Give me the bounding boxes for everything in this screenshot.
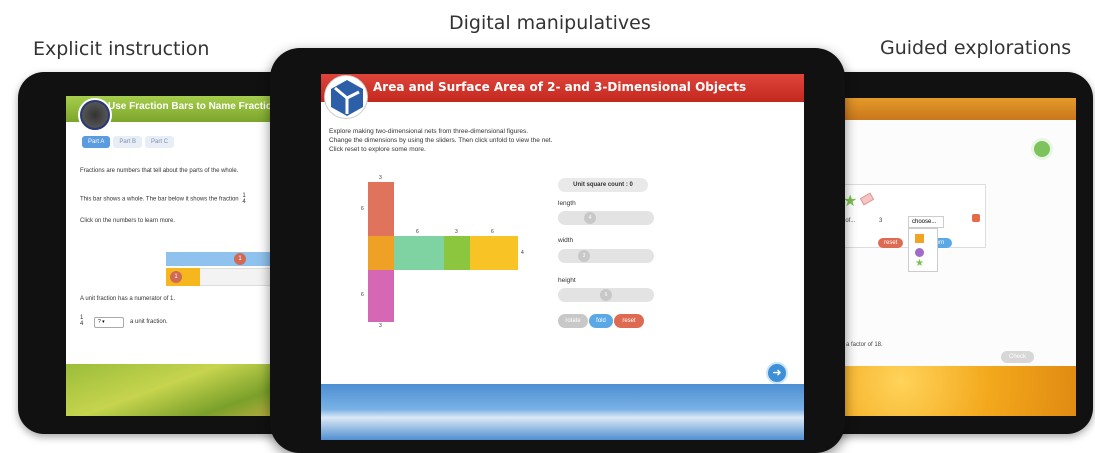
choose-select[interactable]: choose...	[908, 216, 944, 228]
width-slider[interactable]: 3	[558, 249, 654, 263]
sky-background	[321, 384, 804, 440]
slider-label-width: width	[558, 237, 574, 244]
net-label-left-top: 6	[361, 206, 364, 212]
unit-square-count: Unit square count : 0	[558, 178, 648, 192]
net-label-face3: 3	[455, 229, 458, 235]
star-icon[interactable]: ★	[843, 191, 857, 211]
quiz-fraction: 1 4	[80, 315, 83, 327]
screen-patterns: ★ les of... 3 choose... reset log patter…	[826, 98, 1076, 416]
screen-surface-area: Area and Surface Area of 2- and 3-Dimens…	[321, 74, 804, 440]
lesson-badge-icon	[78, 98, 112, 132]
tab-part-a[interactable]: Part A	[82, 136, 111, 148]
star-shape-icon[interactable]: ★	[915, 258, 924, 269]
net-face-side-3	[470, 236, 518, 270]
paragraph-click: Click on the numbers to learn more.	[80, 218, 176, 224]
caption-guided-explorations: Guided explorations	[880, 37, 1072, 59]
height-slider-handle[interactable]: 6	[600, 289, 612, 301]
net-face-front	[368, 236, 394, 270]
orange-header	[826, 98, 1076, 120]
net-label-face2: 6	[416, 229, 419, 235]
paragraph-definition: Fractions are numbers that tell about th…	[80, 168, 239, 174]
instruction-3: Click reset to explore some more.	[329, 146, 426, 153]
select-value: ?	[98, 319, 101, 325]
fold-button[interactable]: fold	[589, 314, 613, 328]
caption-digital-manipulatives: Digital manipulatives	[449, 12, 651, 34]
globe-icon[interactable]	[1031, 138, 1053, 160]
net-label-left-bottom: 6	[361, 292, 364, 298]
tab-part-c[interactable]: Part C	[145, 136, 175, 148]
lesson-title: Use Fraction Bars to Name Fractio	[108, 101, 272, 112]
instruction-2: Change the dimensions by using the slide…	[329, 137, 553, 144]
rule-number[interactable]: 3	[879, 218, 882, 224]
check-button[interactable]: Check	[1001, 351, 1035, 363]
length-slider-handle[interactable]: 4	[584, 212, 596, 224]
net-label-bottom: 3	[379, 323, 382, 329]
reset-button[interactable]: reset	[614, 314, 644, 328]
caption-explicit-instruction: Explicit instruction	[33, 38, 210, 60]
number-dot-top[interactable]: 1	[234, 253, 246, 265]
delete-icon[interactable]	[972, 214, 980, 222]
paragraph-bar-text: This bar shows a whole. The bar below it…	[80, 196, 239, 203]
height-slider[interactable]: 6	[558, 288, 654, 302]
square-shape-icon[interactable]	[915, 234, 924, 243]
rotate-button[interactable]: rotate	[558, 314, 588, 328]
next-arrow-icon[interactable]: ➜	[766, 362, 788, 384]
fraction-inline: 1 4	[242, 193, 245, 205]
paragraph-bar: This bar shows a whole. The bar below it…	[80, 193, 246, 205]
net-label-face4: 6	[491, 229, 494, 235]
part-tabs: Part A Part B Part C	[82, 136, 175, 148]
net-label-top: 3	[379, 175, 382, 181]
factor-text: a factor of 18.	[846, 342, 883, 348]
unit-fraction-select[interactable]: ? ▾	[94, 317, 124, 328]
net-face-bottom	[368, 270, 394, 322]
net-face-side-1	[394, 236, 444, 270]
number-dot-mid[interactable]: 1	[170, 271, 182, 283]
slider-label-height: height	[558, 277, 576, 284]
width-slider-handle[interactable]: 3	[578, 250, 590, 262]
reset-button[interactable]: reset	[878, 238, 904, 248]
select-suffix: a unit fraction.	[130, 319, 168, 325]
length-slider[interactable]: 4	[558, 211, 654, 225]
net-face-side-2	[444, 236, 470, 270]
fraction-denominator: 4	[242, 199, 246, 205]
activity-title: Area and Surface Area of 2- and 3-Dimens…	[373, 80, 747, 94]
tab-part-b[interactable]: Part B	[113, 136, 143, 148]
paragraph-unit: A unit fraction has a numerator of 1.	[80, 296, 176, 302]
quiz-denominator: 4	[80, 321, 84, 327]
instruction-1: Explore making two-dimensional nets from…	[329, 128, 529, 135]
net-face-top	[368, 182, 394, 236]
net-label-right: 4	[521, 250, 524, 256]
slider-label-length: length	[558, 200, 576, 207]
circle-shape-icon[interactable]	[915, 248, 924, 257]
windmill-logo-icon	[324, 75, 368, 119]
honeycomb-background	[826, 366, 1076, 416]
tablet-center: Area and Surface Area of 2- and 3-Dimens…	[270, 48, 845, 453]
